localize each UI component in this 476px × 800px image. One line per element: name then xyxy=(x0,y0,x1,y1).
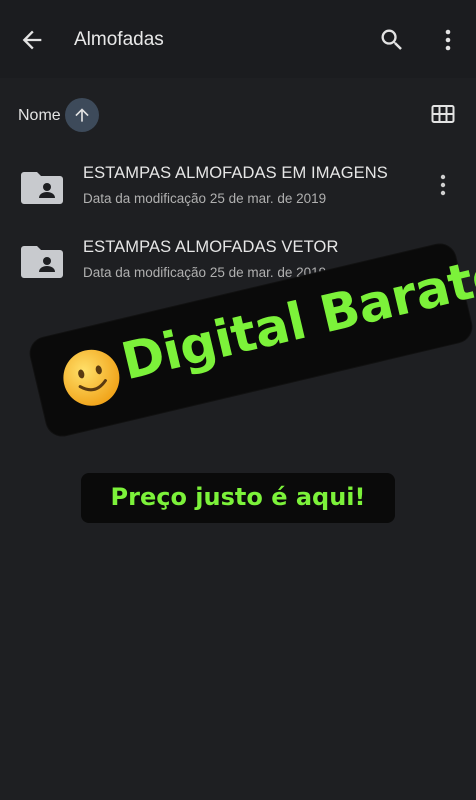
tagline-text: Preço justo é aqui! xyxy=(110,483,366,511)
back-button[interactable] xyxy=(18,26,46,54)
smiling-face-icon xyxy=(63,349,120,406)
search-button[interactable] xyxy=(378,26,406,54)
grid-view-icon xyxy=(431,105,455,123)
file-more-button[interactable] xyxy=(432,172,454,198)
search-icon xyxy=(381,29,402,50)
arrow-back-icon xyxy=(22,30,42,50)
sort-direction-button[interactable] xyxy=(65,98,99,132)
sort-bar: Nome xyxy=(0,96,476,136)
file-row[interactable]: ESTAMPAS ALMOFADAS EM IMAGENS Data da mo… xyxy=(0,162,476,224)
shared-folder-icon xyxy=(21,246,63,278)
promo-tagline: Preço justo é aqui! xyxy=(81,473,395,523)
arrow-up-icon xyxy=(75,108,89,122)
file-name: ESTAMPAS ALMOFADAS VETOR xyxy=(83,238,339,256)
file-modified-date: Data da modificação 25 de mar. de 2019 xyxy=(83,265,327,280)
more-options-button[interactable] xyxy=(436,27,460,53)
app-bar: Almofadas xyxy=(0,0,476,78)
shared-folder-icon xyxy=(21,172,63,204)
file-modified-date: Data da modificação 25 de mar. de 2019 xyxy=(83,191,327,206)
more-vert-icon xyxy=(440,174,446,196)
more-vert-icon xyxy=(445,29,451,51)
sort-label[interactable]: Nome xyxy=(18,107,61,125)
file-name: ESTAMPAS ALMOFADAS EM IMAGENS xyxy=(83,164,388,182)
grid-view-button[interactable] xyxy=(431,104,455,126)
page-title: Almofadas xyxy=(74,29,164,50)
